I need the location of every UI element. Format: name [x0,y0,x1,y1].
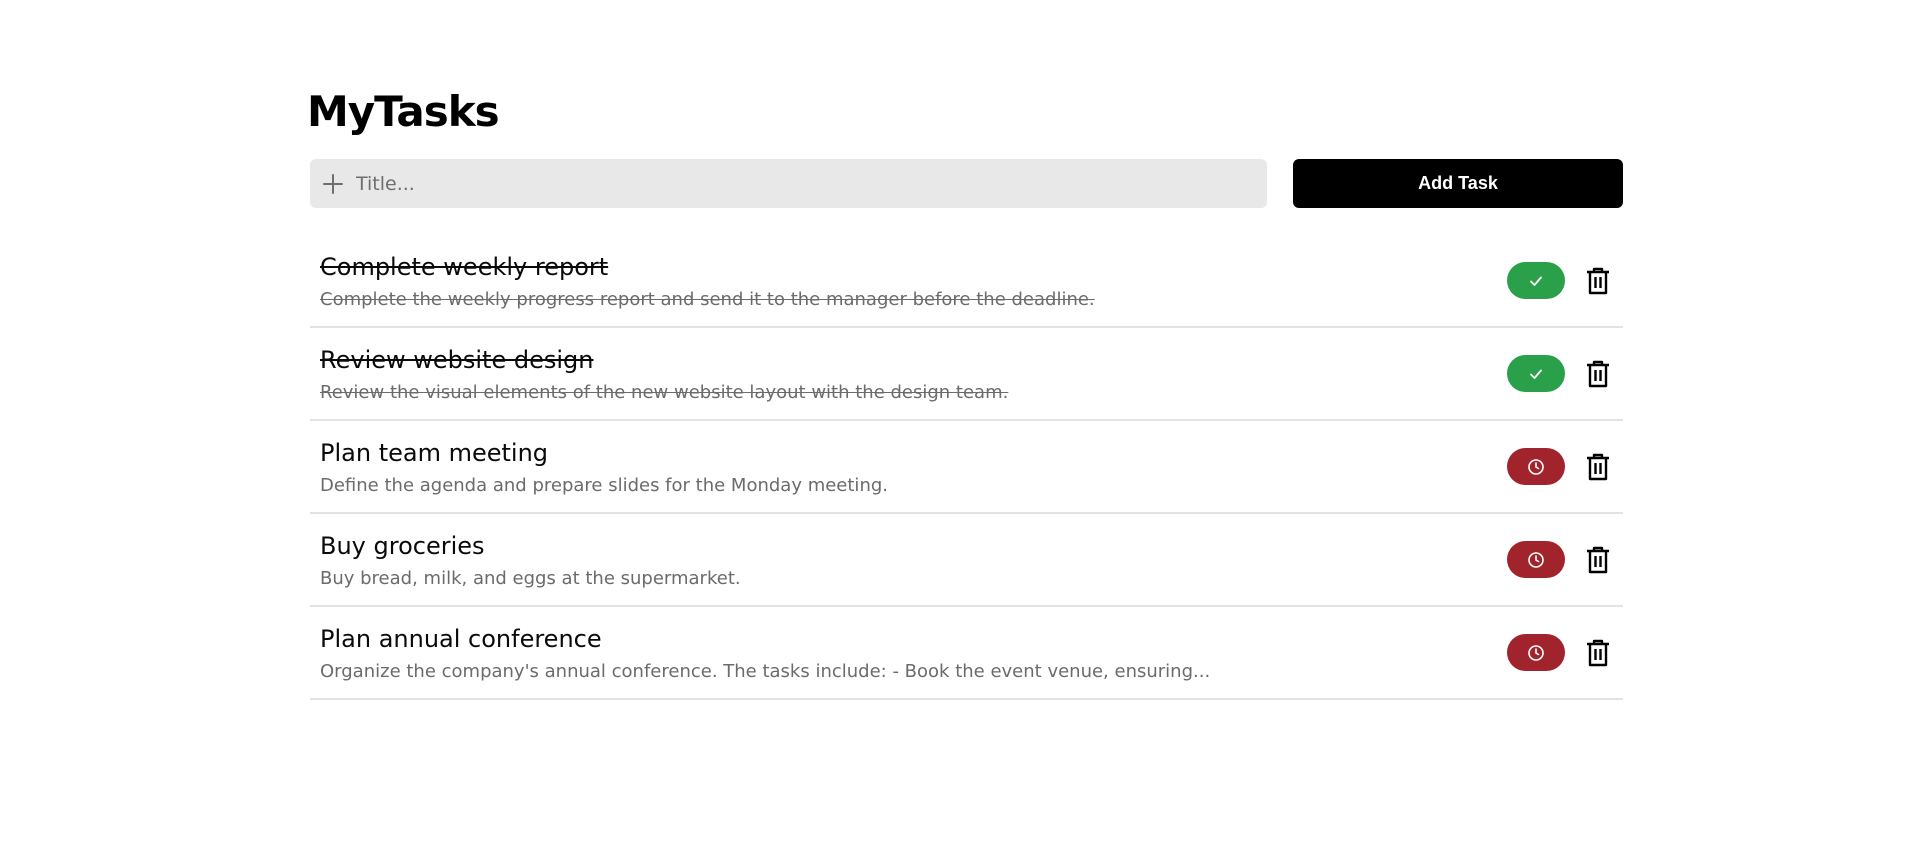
toggle-status-button[interactable] [1507,355,1565,392]
trash-icon [1585,452,1611,482]
task-actions [1507,448,1613,485]
task-row: Plan annual conference Organize the comp… [310,607,1623,700]
delete-task-button[interactable] [1583,543,1613,577]
delete-task-button[interactable] [1583,264,1613,298]
task-title: Complete weekly report [320,252,609,281]
task-title: Review website design [320,345,594,374]
task-text: Review website design Review the visual … [310,342,1008,406]
task-text: Buy groceries Buy bread, milk, and eggs … [310,528,741,592]
task-actions [1507,541,1613,578]
plus-icon [322,173,344,195]
app-container: MyTasks Add Task Complete weekly report … [307,84,1623,700]
task-description: Organize the company's annual conference… [320,660,1211,682]
toggle-status-button[interactable] [1507,448,1565,485]
check-icon [1528,273,1544,289]
task-row: Plan team meeting Define the agenda and … [310,421,1623,514]
page-title: MyTasks [307,87,500,136]
task-actions [1507,634,1613,671]
delete-task-button[interactable] [1583,636,1613,670]
task-row: Complete weekly report Complete the week… [310,235,1623,328]
add-task-button[interactable]: Add Task [1293,159,1623,208]
toggle-status-button[interactable] [1507,262,1565,299]
task-description: Complete the weekly progress report and … [320,288,1095,310]
trash-icon [1585,359,1611,389]
toggle-status-button[interactable] [1507,634,1565,671]
task-actions [1507,262,1613,299]
add-task-form: Add Task [307,159,1623,208]
task-title: Plan team meeting [320,438,549,467]
toggle-status-button[interactable] [1507,541,1565,578]
trash-icon [1585,545,1611,575]
task-description: Buy bread, milk, and eggs at the superma… [320,567,741,589]
delete-task-button[interactable] [1583,357,1613,391]
trash-icon [1585,638,1611,668]
clock-icon [1527,458,1545,476]
clock-icon [1527,551,1545,569]
task-row: Review website design Review the visual … [310,328,1623,421]
task-title: Plan annual conference [320,624,602,653]
delete-task-button[interactable] [1583,450,1613,484]
task-title: Buy groceries [320,531,485,560]
title-input[interactable] [354,162,1238,205]
task-list: Complete weekly report Complete the week… [310,235,1623,700]
task-text: Plan team meeting Define the agenda and … [310,435,888,499]
task-text: Plan annual conference Organize the comp… [310,621,1210,685]
task-description: Define the agenda and prepare slides for… [320,474,888,496]
task-row: Buy groceries Buy bread, milk, and eggs … [310,514,1623,607]
clock-icon [1527,644,1545,662]
title-input-wrapper[interactable] [310,159,1267,208]
task-text: Complete weekly report Complete the week… [310,249,1095,313]
task-description: Review the visual elements of the new we… [320,381,1009,403]
check-icon [1528,366,1544,382]
task-actions [1507,355,1613,392]
trash-icon [1585,266,1611,296]
